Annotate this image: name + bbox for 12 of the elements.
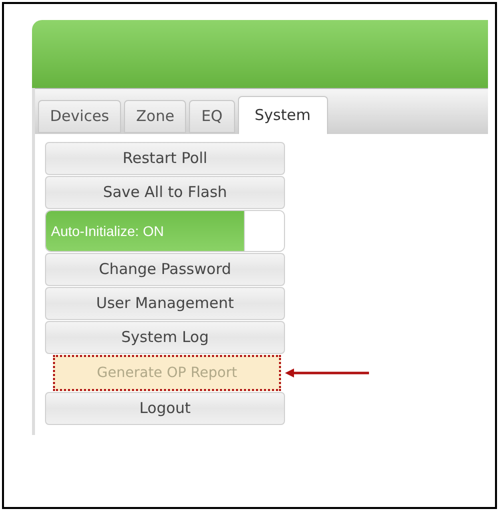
tab[interactable]: System <box>238 96 328 134</box>
menu-button[interactable]: Logout <box>45 392 285 425</box>
toggle-knob[interactable] <box>244 211 284 251</box>
tab[interactable]: EQ <box>189 100 235 133</box>
tab[interactable]: Zone <box>124 100 186 133</box>
arrow-icon <box>285 368 369 378</box>
menu-button[interactable]: Restart Poll <box>45 142 285 175</box>
tab[interactable]: Devices <box>38 100 122 133</box>
menu-button[interactable]: Save All to Flash <box>45 176 285 209</box>
menu-button[interactable]: System Log <box>45 321 285 354</box>
menu-button[interactable]: User Management <box>45 287 285 320</box>
menu-button[interactable]: Change Password <box>45 253 285 286</box>
